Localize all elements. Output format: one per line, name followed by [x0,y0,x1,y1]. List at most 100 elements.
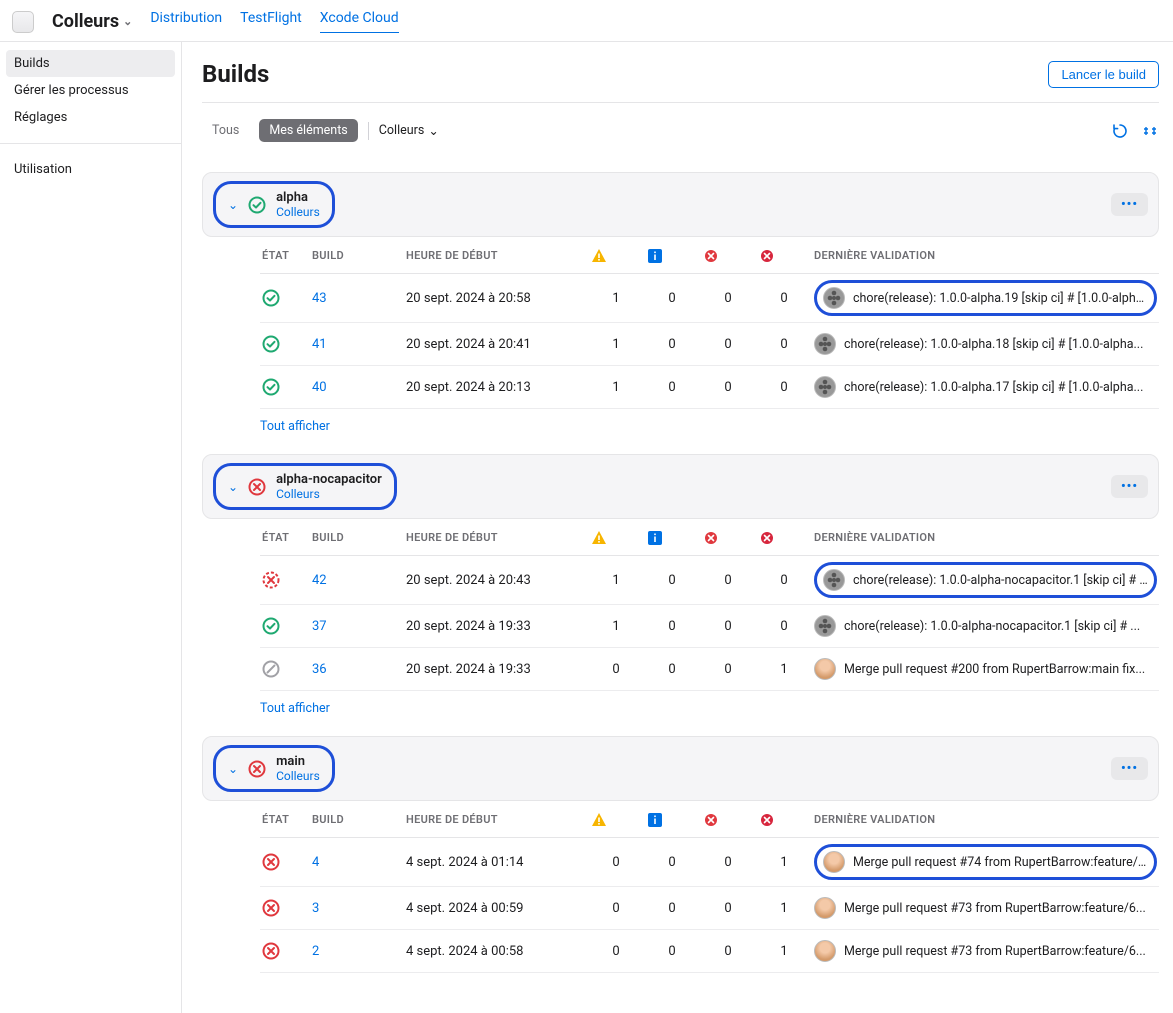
build-start-time: 4 sept. 2024 à 00:59 [406,901,586,916]
build-row[interactable]: 3 4 sept. 2024 à 00:59 0 0 0 1 Merge pul… [260,887,1159,930]
app-icon [12,11,34,33]
count-failures: 0 [758,380,810,395]
build-number-link[interactable]: 37 [312,619,327,634]
count-info: 0 [646,291,698,306]
build-number-link[interactable]: 42 [312,573,327,588]
build-row[interactable]: 43 20 sept. 2024 à 20:58 1 0 0 0 chore(r… [260,274,1159,323]
status-icon [262,942,308,960]
build-row[interactable]: 42 20 sept. 2024 à 20:43 1 0 0 0 chore(r… [260,556,1159,605]
bot-avatar [823,569,845,591]
workflow-actions-button[interactable]: ••• [1111,475,1148,498]
last-commit[interactable]: chore(release): 1.0.0-alpha-nocapacitor.… [814,562,1157,598]
show-all-link[interactable]: Tout afficher [260,691,1159,722]
commit-message: chore(release): 1.0.0-alpha-nocapacitor.… [853,573,1148,588]
status-icon [262,289,308,307]
last-commit[interactable]: chore(release): 1.0.0-alpha-nocapacitor.… [814,615,1157,637]
build-start-time: 20 sept. 2024 à 19:33 [406,619,586,634]
col-state: ÉTAT [262,813,308,826]
last-commit[interactable]: Merge pull request #74 from RupertBarrow… [814,844,1157,880]
status-icon [248,478,266,496]
last-commit[interactable]: chore(release): 1.0.0-alpha.19 [skip ci]… [814,280,1157,316]
chevron-down-icon: ⌄ [123,15,132,28]
commit-message: Merge pull request #73 from RupertBarrow… [844,901,1146,916]
build-row[interactable]: 2 4 sept. 2024 à 00:58 0 0 0 1 Merge pul… [260,930,1159,973]
build-number-link[interactable]: 43 [312,291,327,306]
col-errors-icon [702,811,754,827]
workflow-product-link[interactable]: Colleurs [276,487,382,501]
expand-columns-button[interactable] [1141,122,1159,140]
tab-distribution[interactable]: Distribution [150,10,222,33]
refresh-button[interactable] [1111,122,1129,140]
count-info: 0 [646,380,698,395]
count-errors: 0 [702,291,754,306]
app-switcher[interactable]: Colleurs⌄ [52,11,132,32]
bot-avatar [814,615,836,637]
filter-mine[interactable]: Mes éléments [259,119,357,142]
build-start-time: 20 sept. 2024 à 20:41 [406,337,586,352]
build-row[interactable]: 40 20 sept. 2024 à 20:13 1 0 0 0 chore(r… [260,366,1159,409]
build-row[interactable]: 4 4 sept. 2024 à 01:14 0 0 0 1 Merge pul… [260,838,1159,887]
sidebar-item-manage[interactable]: Gérer les processus [0,77,181,104]
filter-all[interactable]: Tous [202,119,249,142]
count-errors: 0 [702,619,754,634]
status-icon [248,760,266,778]
chevron-down-icon: ⌄ [228,198,238,212]
user-avatar [823,851,845,873]
last-commit[interactable]: Merge pull request #73 from RupertBarrow… [814,897,1157,919]
build-number-link[interactable]: 3 [312,901,319,916]
build-start-time: 20 sept. 2024 à 20:43 [406,573,586,588]
col-failures-icon [758,247,810,263]
last-commit[interactable]: Merge pull request #73 from RupertBarrow… [814,940,1157,962]
bot-avatar [823,287,845,309]
last-commit[interactable]: chore(release): 1.0.0-alpha.17 [skip ci]… [814,376,1157,398]
col-info-icon [646,529,698,545]
build-number-link[interactable]: 36 [312,662,327,677]
col-failures-icon [758,811,810,827]
count-info: 0 [646,619,698,634]
col-state: ÉTAT [262,249,308,262]
show-all-link[interactable]: Tout afficher [260,409,1159,440]
workflow-actions-button[interactable]: ••• [1111,193,1148,216]
user-avatar [814,940,836,962]
workflow-header[interactable]: ⌄ main Colleurs [213,745,335,792]
workflow-product-link[interactable]: Colleurs [276,205,320,219]
product-dropdown[interactable]: Colleurs⌄ [379,123,439,139]
count-warnings: 0 [590,944,642,959]
col-start: HEURE DE DÉBUT [406,249,586,262]
tab-xcodecloud[interactable]: Xcode Cloud [320,10,399,33]
build-start-time: 20 sept. 2024 à 19:33 [406,662,586,677]
workflow-header[interactable]: ⌄ alpha-nocapacitor Colleurs [213,463,397,510]
commit-message: Merge pull request #73 from RupertBarrow… [844,944,1146,959]
build-number-link[interactable]: 41 [312,337,327,352]
count-errors: 0 [702,337,754,352]
build-row[interactable]: 37 20 sept. 2024 à 19:33 1 0 0 0 chore(r… [260,605,1159,648]
count-info: 0 [646,573,698,588]
workflow-name: alpha-nocapacitor [276,472,382,487]
col-failures-icon [758,529,810,545]
build-number-link[interactable]: 40 [312,380,327,395]
last-commit[interactable]: chore(release): 1.0.0-alpha.18 [skip ci]… [814,333,1157,355]
build-number-link[interactable]: 4 [312,855,319,870]
sidebar-item-settings[interactable]: Réglages [0,104,181,131]
col-start: HEURE DE DÉBUT [406,813,586,826]
count-warnings: 0 [590,901,642,916]
last-commit[interactable]: Merge pull request #200 from RupertBarro… [814,658,1157,680]
sidebar-item-builds[interactable]: Builds [6,50,175,77]
workflow-header[interactable]: ⌄ alpha Colleurs [213,181,335,228]
col-state: ÉTAT [262,531,308,544]
build-start-time: 4 sept. 2024 à 01:14 [406,855,586,870]
tab-testflight[interactable]: TestFlight [240,10,302,33]
build-start-time: 20 sept. 2024 à 20:13 [406,380,586,395]
sidebar-item-usage[interactable]: Utilisation [0,156,181,183]
commit-message: Merge pull request #200 from RupertBarro… [844,662,1145,677]
build-number-link[interactable]: 2 [312,944,319,959]
workflow-actions-button[interactable]: ••• [1111,757,1148,780]
launch-build-button[interactable]: Lancer le build [1048,61,1159,88]
col-warnings-icon [590,247,642,263]
count-warnings: 0 [590,662,642,677]
build-row[interactable]: 36 20 sept. 2024 à 19:33 0 0 0 1 Merge p… [260,648,1159,691]
build-row[interactable]: 41 20 sept. 2024 à 20:41 1 0 0 0 chore(r… [260,323,1159,366]
workflow-product-link[interactable]: Colleurs [276,769,320,783]
count-errors: 0 [702,944,754,959]
status-icon [262,378,308,396]
